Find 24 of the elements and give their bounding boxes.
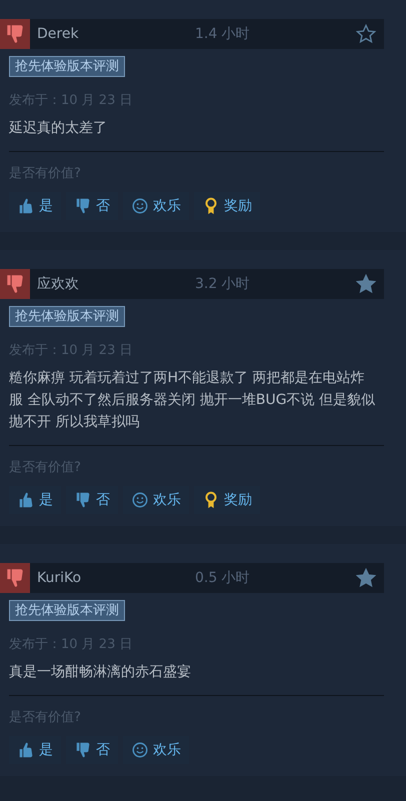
review-text: 延迟真的太差了 [9,117,384,152]
smiley-icon [131,491,149,509]
thumbs-down-icon [74,197,92,215]
thumbs-up-icon [17,741,35,759]
early-access-tag: 抢先体验版本评测 [9,600,125,621]
playtime: 3.2 小时 [195,275,251,293]
author-name[interactable]: Derek [37,26,195,42]
author-name[interactable]: KuriKo [37,570,195,586]
star-icon[interactable] [356,274,376,294]
early-access-tag: 抢先体验版本评测 [9,56,125,77]
smiley-icon [131,741,149,759]
smiley-icon [131,197,149,215]
star-icon[interactable] [356,568,376,588]
thumbs-down-icon [74,741,92,759]
review-text: 真是一场酣畅淋漓的赤石盛宴 [9,661,384,696]
thumbs-down-icon [74,491,92,509]
playtime: 1.4 小时 [195,25,251,43]
early-access-tag: 抢先体验版本评测 [9,306,125,327]
review-text: 糙你麻痹 玩着玩着过了两H不能退款了 两把都是在电站炸服 全队动不了然后服务器关闭 抛开一堆BUG不说 但是貌似抛不开 所以我草拟吗 [9,367,384,446]
author-name[interactable]: 应欢欢 [37,275,195,293]
thumbs-up-icon [17,197,35,215]
star-icon[interactable] [356,24,376,44]
playtime: 0.5 小时 [195,569,251,587]
thumbs-up-icon [17,491,35,509]
